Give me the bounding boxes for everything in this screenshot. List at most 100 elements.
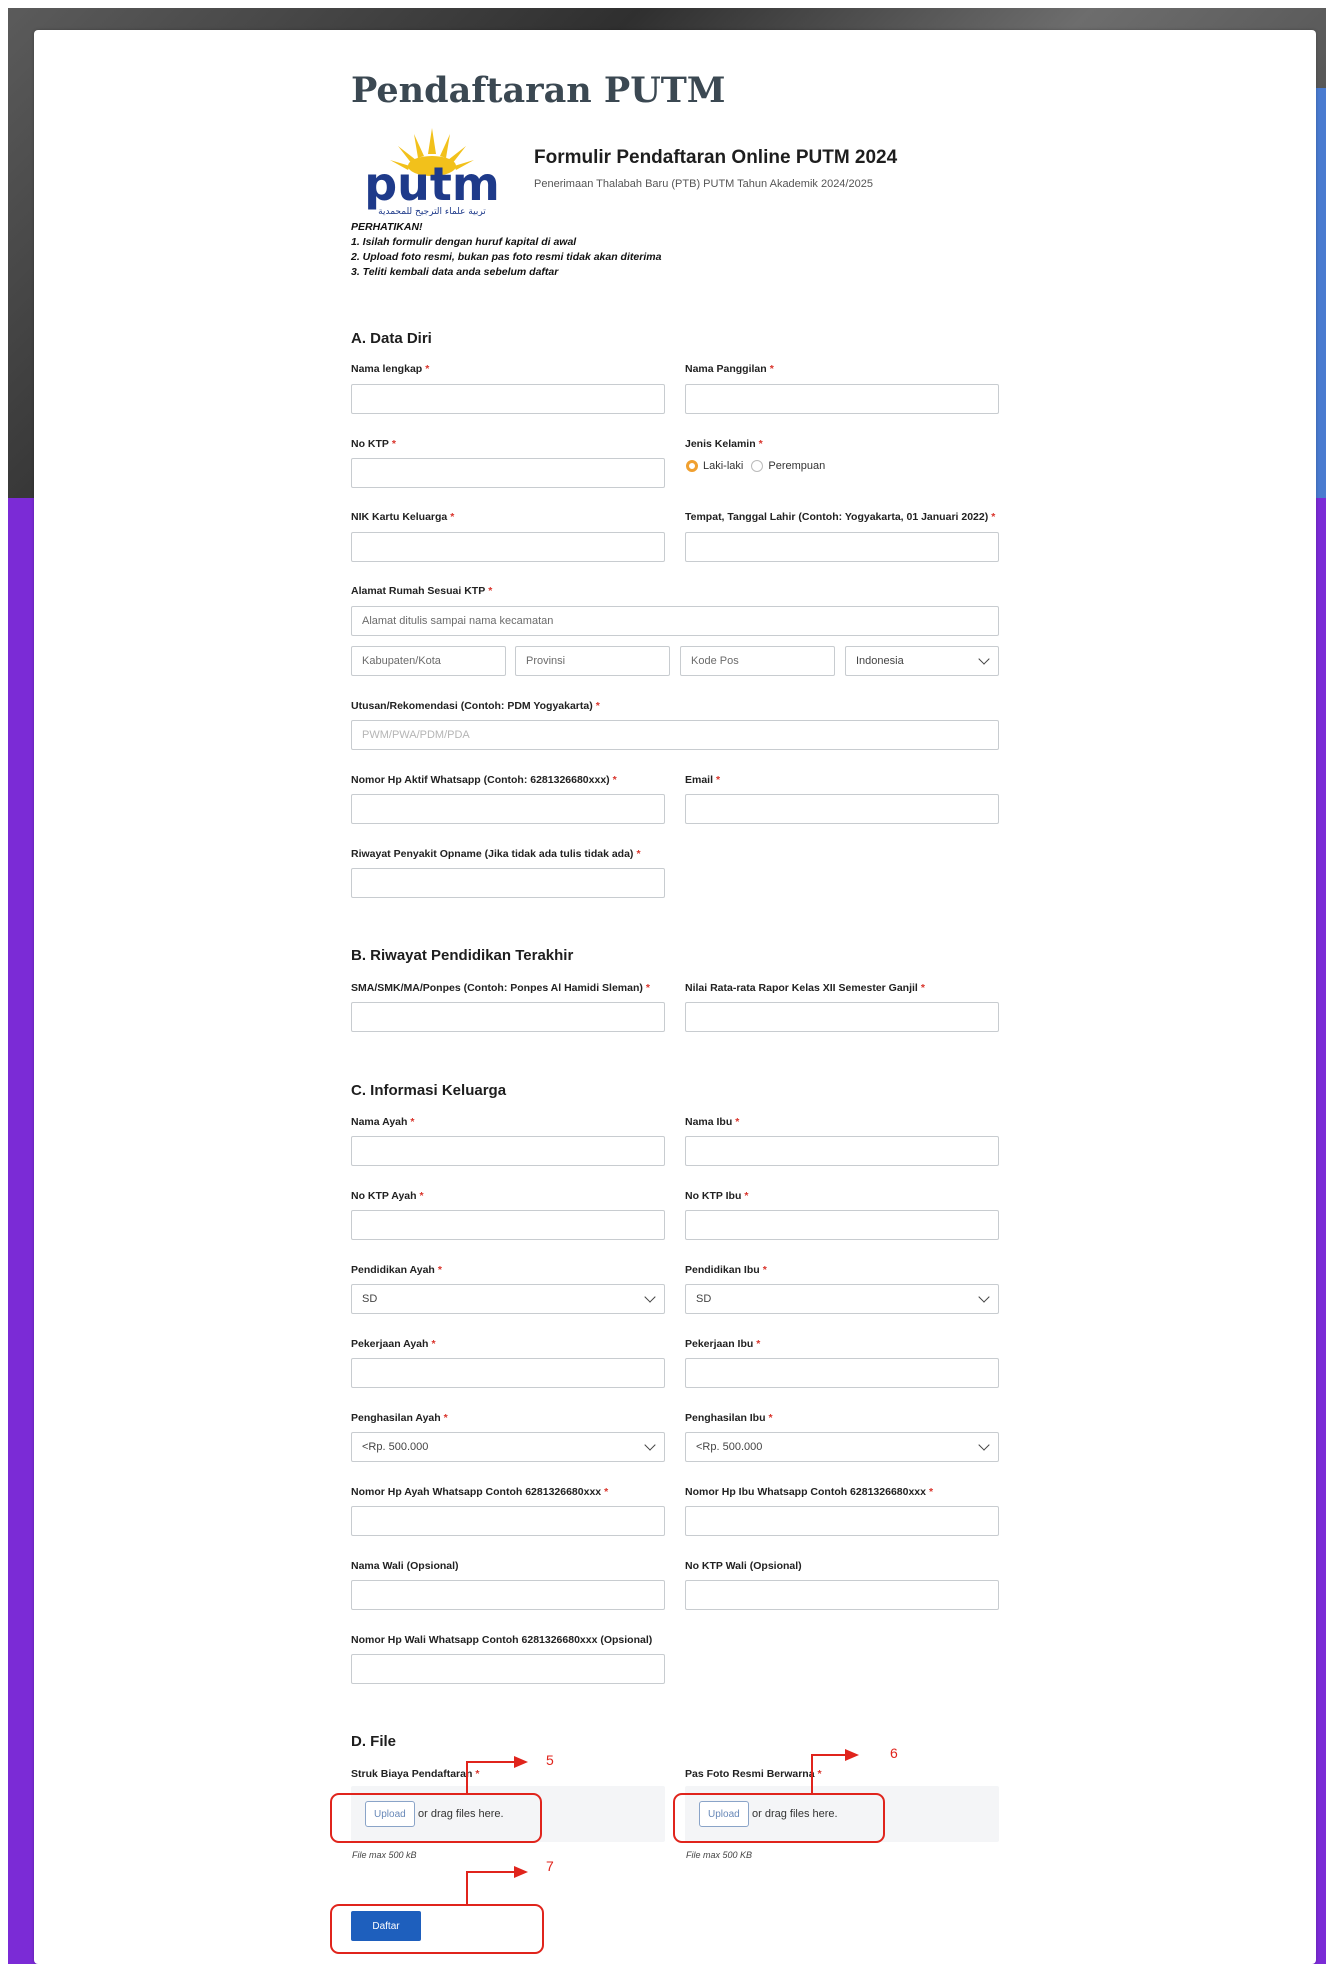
label-email: Email * bbox=[685, 774, 721, 786]
nama-panggilan-input[interactable] bbox=[685, 384, 999, 414]
nik-kk-input[interactable] bbox=[351, 532, 665, 562]
chevron-down-icon bbox=[978, 653, 990, 665]
annotation-line bbox=[466, 1872, 468, 1904]
label-nik-kk: NIK Kartu Keluarga * bbox=[351, 511, 455, 523]
pendidikan-ayah-select[interactable]: SD bbox=[351, 1284, 665, 1314]
kabupaten-input[interactable] bbox=[351, 646, 506, 676]
ktp-ibu-input[interactable] bbox=[685, 1210, 999, 1240]
section-title-pendidikan: B. Riwayat Pendidikan Terakhir bbox=[351, 947, 574, 964]
sekolah-input[interactable] bbox=[351, 1002, 665, 1032]
radio-selected-icon[interactable] bbox=[686, 460, 698, 472]
chevron-down-icon bbox=[978, 1291, 990, 1303]
label-hp-ibu: Nomor Hp Ibu Whatsapp Contoh 6281326680x… bbox=[685, 1486, 934, 1498]
label-utusan: Utusan/Rekomendasi (Contoh: PDM Yogyakar… bbox=[351, 700, 600, 712]
label-pas-foto: Pas Foto Resmi Berwarna * bbox=[685, 1768, 822, 1780]
label-nama-ayah: Nama Ayah * bbox=[351, 1116, 415, 1128]
nama-lengkap-input[interactable] bbox=[351, 384, 665, 414]
annotation-number: 6 bbox=[890, 1745, 898, 1761]
label-penghasilan-ayah: Penghasilan Ayah * bbox=[351, 1412, 448, 1424]
pekerjaan-ibu-input[interactable] bbox=[685, 1358, 999, 1388]
label-nama-ibu: Nama Ibu * bbox=[685, 1116, 740, 1128]
penghasilan-ayah-select[interactable]: <Rp. 500.000 bbox=[351, 1432, 665, 1462]
annotation-box-5 bbox=[330, 1793, 542, 1843]
putm-logo: putm تربية علماء الترجيح للمحمدية bbox=[364, 128, 500, 216]
annotation-box-7 bbox=[330, 1904, 544, 1954]
penghasilan-ibu-select[interactable]: <Rp. 500.000 bbox=[685, 1432, 999, 1462]
label-jenis-kelamin: Jenis Kelamin * bbox=[685, 438, 763, 450]
alamat-input[interactable] bbox=[351, 606, 999, 636]
annotation-box-6 bbox=[673, 1793, 885, 1843]
ktp-wali-input[interactable] bbox=[685, 1580, 999, 1610]
nilai-rapor-input[interactable] bbox=[685, 1002, 999, 1032]
label-pendidikan-ayah: Pendidikan Ayah * bbox=[351, 1264, 442, 1276]
annotation-line bbox=[811, 1754, 847, 1756]
page-edge bbox=[0, 0, 8, 1964]
annotation-number: 5 bbox=[546, 1752, 554, 1768]
hp-wali-input[interactable] bbox=[351, 1654, 665, 1684]
annotation-number: 7 bbox=[546, 1858, 554, 1874]
gender-radio-group: Laki-laki Perempuan bbox=[686, 460, 825, 472]
label-pendidikan-ibu: Pendidikan Ibu * bbox=[685, 1264, 767, 1276]
radio-unselected-icon[interactable] bbox=[751, 460, 764, 472]
utusan-input[interactable] bbox=[351, 720, 999, 750]
label-pekerjaan-ibu: Pekerjaan Ibu * bbox=[685, 1338, 761, 1350]
email-input[interactable] bbox=[685, 794, 999, 824]
svg-text:putm: putm bbox=[364, 157, 500, 211]
notice-title: PERHATIKAN! bbox=[351, 221, 423, 233]
label-alamat: Alamat Rumah Sesuai KTP * bbox=[351, 585, 493, 597]
ttl-input[interactable] bbox=[685, 532, 999, 562]
label-struk: Struk Biaya Pendaftaran * bbox=[351, 1768, 480, 1780]
notice-line: 1. Isilah formulir dengan huruf kapital … bbox=[351, 236, 577, 248]
arrow-right-icon bbox=[514, 1866, 528, 1878]
label-hp-ayah: Nomor Hp Ayah Whatsapp Contoh 6281326680… bbox=[351, 1486, 609, 1498]
ktp-ayah-input[interactable] bbox=[351, 1210, 665, 1240]
nama-ayah-input[interactable] bbox=[351, 1136, 665, 1166]
label-nomor-hp: Nomor Hp Aktif Whatsapp (Contoh: 6281326… bbox=[351, 774, 617, 786]
label-ktp-ayah: No KTP Ayah * bbox=[351, 1190, 424, 1202]
label-hp-wali: Nomor Hp Wali Whatsapp Contoh 6281326680… bbox=[351, 1634, 653, 1646]
provinsi-input[interactable] bbox=[515, 646, 670, 676]
form-card bbox=[34, 30, 1316, 1964]
label-riwayat-penyakit: Riwayat Penyakit Opname (Jika tidak ada … bbox=[351, 848, 641, 860]
label-nama-panggilan: Nama Panggilan * bbox=[685, 363, 774, 375]
chevron-down-icon bbox=[644, 1291, 656, 1303]
label-ktp-wali: No KTP Wali (Opsional) bbox=[685, 1560, 802, 1572]
label-penghasilan-ibu: Penghasilan Ibu * bbox=[685, 1412, 773, 1424]
form-title: Formulir Pendaftaran Online PUTM 2024 bbox=[534, 147, 898, 168]
section-title-data-diri: A. Data Diri bbox=[351, 330, 432, 347]
hp-ayah-input[interactable] bbox=[351, 1506, 665, 1536]
label-no-ktp: No KTP * bbox=[351, 438, 397, 450]
nomor-hp-input[interactable] bbox=[351, 794, 665, 824]
pendidikan-ibu-select[interactable]: SD bbox=[685, 1284, 999, 1314]
label-pekerjaan-ayah: Pekerjaan Ayah * bbox=[351, 1338, 436, 1350]
notice-block: PERHATIKAN! 1. Isilah formulir dengan hu… bbox=[351, 220, 661, 280]
arrow-right-icon bbox=[514, 1756, 528, 1768]
label-ttl: Tempat, Tanggal Lahir (Contoh: Yogyakart… bbox=[685, 511, 996, 523]
chevron-down-icon bbox=[978, 1439, 990, 1451]
annotation-line bbox=[466, 1762, 468, 1793]
kode-pos-input[interactable] bbox=[680, 646, 835, 676]
riwayat-penyakit-input[interactable] bbox=[351, 868, 665, 898]
no-ktp-input[interactable] bbox=[351, 458, 665, 488]
radio-perempuan[interactable]: Perempuan bbox=[751, 460, 825, 472]
hp-ibu-input[interactable] bbox=[685, 1506, 999, 1536]
nama-wali-input[interactable] bbox=[351, 1580, 665, 1610]
struk-file-note: File max 500 kB bbox=[352, 1850, 417, 1860]
arrow-right-icon bbox=[845, 1749, 859, 1761]
label-nama-lengkap: Nama lengkap * bbox=[351, 363, 430, 375]
pas-foto-file-note: File max 500 KB bbox=[686, 1850, 753, 1860]
pekerjaan-ayah-input[interactable] bbox=[351, 1358, 665, 1388]
notice-line: 3. Teliti kembali data anda sebelum daft… bbox=[351, 266, 559, 278]
label-nama-wali: Nama Wali (Opsional) bbox=[351, 1560, 459, 1572]
nama-ibu-input[interactable] bbox=[685, 1136, 999, 1166]
section-title-file: D. File bbox=[351, 1733, 397, 1750]
radio-laki-laki[interactable]: Laki-laki bbox=[686, 460, 743, 472]
country-select[interactable]: Indonesia bbox=[845, 646, 999, 676]
svg-text:تربية علماء الترجيح للمحمدية: تربية علماء الترجيح للمحمدية bbox=[378, 207, 486, 216]
page-title: Pendaftaran PUTM bbox=[351, 70, 726, 111]
section-title-keluarga: C. Informasi Keluarga bbox=[351, 1082, 507, 1099]
notice-line: 2. Upload foto resmi, bukan pas foto res… bbox=[351, 251, 662, 263]
page-edge bbox=[0, 0, 1334, 8]
label-sekolah: SMA/SMK/MA/Ponpes (Contoh: Ponpes Al Ham… bbox=[351, 982, 650, 994]
chevron-down-icon bbox=[644, 1439, 656, 1451]
